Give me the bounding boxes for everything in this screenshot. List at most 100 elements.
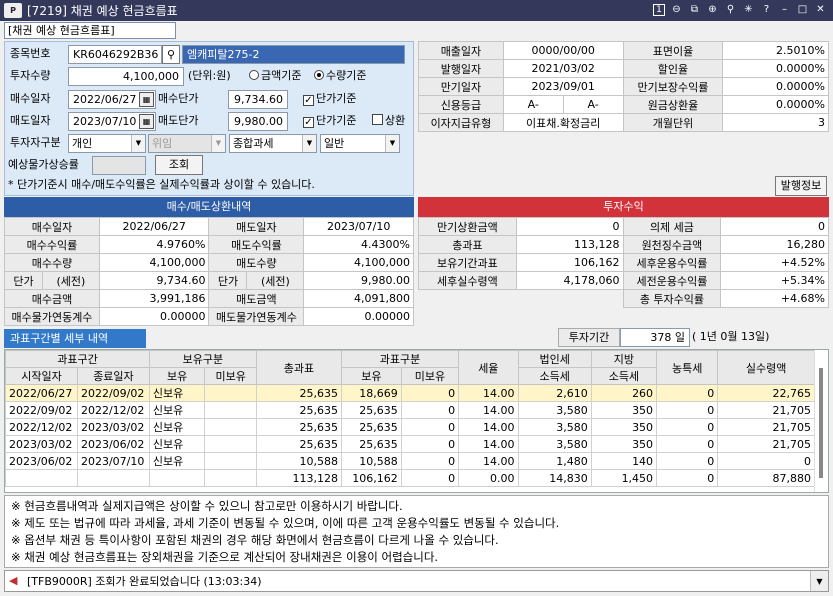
returns-label: 세후실수령액 bbox=[418, 271, 517, 290]
trade-label: 단가 bbox=[4, 271, 43, 290]
agent-select: 위임 ▼ bbox=[148, 134, 226, 153]
radio-qty-basis[interactable]: 수량기준 bbox=[314, 66, 366, 86]
settings-icon[interactable]: ✳ bbox=[742, 2, 755, 17]
table-cell: 신보유 bbox=[148, 452, 206, 470]
header-taxrate: 세율 bbox=[458, 350, 519, 385]
sell-date-label: 매도일자 bbox=[10, 114, 51, 127]
calendar-icon[interactable]: ▦ bbox=[139, 114, 154, 129]
radio-amount-basis[interactable]: 금액기준 bbox=[249, 66, 301, 86]
minimize-icon[interactable]: – bbox=[778, 2, 791, 17]
chevron-down-icon[interactable]: ▼ bbox=[810, 571, 828, 591]
checkbox-checked-icon[interactable]: ✓ bbox=[303, 95, 314, 106]
returns-value: +4.68% bbox=[720, 289, 829, 308]
bond-info-value: 0000/00/00 bbox=[502, 41, 624, 60]
table-cell: 0 bbox=[656, 435, 719, 453]
query-button[interactable]: 조회 bbox=[155, 155, 203, 175]
returns-empty-cell bbox=[516, 289, 623, 308]
chevron-down-icon[interactable]: ▼ bbox=[302, 135, 316, 152]
total-row[interactable]: 113,128 106,162 0 0.00 14,830 1,450 0 87,880 bbox=[5, 469, 815, 487]
note-line: ※ 옵션부 채권 등 특이사항이 포함된 채권의 경우 해당 화면에서 현금흐름… bbox=[11, 533, 499, 547]
calendar-icon[interactable]: ▦ bbox=[139, 92, 154, 107]
close-icon[interactable]: ✕ bbox=[814, 2, 827, 17]
help-icon[interactable]: ? bbox=[760, 2, 773, 17]
returns-value: 0 bbox=[720, 217, 829, 236]
table-cell: 0 bbox=[717, 452, 815, 470]
scroll-thumb[interactable] bbox=[819, 368, 823, 478]
table-row[interactable]: 2022/06/27 2022/09/02 신보유 25,635 18,669 0 14.0… bbox=[5, 384, 815, 402]
maximize-icon[interactable]: □ bbox=[796, 2, 809, 17]
table-cell: 25,635 bbox=[341, 418, 402, 436]
radio-amount-icon[interactable] bbox=[249, 70, 259, 80]
table-cell: 113,128 bbox=[255, 469, 343, 487]
table-cell: 2023/03/02 bbox=[76, 418, 150, 436]
window-mode-icon[interactable]: ⧉ bbox=[688, 2, 701, 17]
trade-value: 4,100,000 bbox=[98, 253, 210, 272]
bond-info-label: 개월단위 bbox=[622, 113, 724, 132]
trade-row: 매수일자 2022/06/27 매도일자 2023/07/10 bbox=[4, 217, 414, 236]
header-hold: 보유구분 bbox=[148, 350, 257, 368]
qty-input[interactable]: 4,100,000 bbox=[68, 67, 184, 86]
table-cell: 1,450 bbox=[590, 469, 658, 487]
code-label: 종목번호 bbox=[10, 47, 51, 60]
zoom-out-icon[interactable]: ⊖ bbox=[670, 2, 683, 17]
unit-basis2-checkbox[interactable]: ✓ 단가기준 bbox=[303, 111, 356, 131]
buy-price-input[interactable]: 9,734.60 bbox=[228, 90, 288, 109]
chevron-down-icon[interactable]: ▼ bbox=[385, 135, 399, 152]
table-row[interactable]: 2023/06/02 2023/07/10 신보유 10,588 10,588 0 14.0… bbox=[5, 452, 815, 470]
note-line: ※ 현금흐름내역과 실제지급액은 상이할 수 있으니 참고로만 이용하시기 바랍… bbox=[11, 499, 403, 513]
pin-icon[interactable]: ⚲ bbox=[724, 2, 737, 17]
table-cell: 350 bbox=[590, 418, 658, 436]
table-cell: 2022/09/02 bbox=[5, 401, 78, 419]
checkbox-checked-icon[interactable]: ✓ bbox=[303, 117, 314, 128]
returns-empty-cell bbox=[418, 289, 517, 308]
bond-info-value: 0.0000% bbox=[722, 59, 829, 78]
note-line: ※ 제도 또는 법규에 따라 과세율, 과세 기준이 변동될 수 있으며, 이에… bbox=[11, 516, 560, 530]
trade-table: 매수일자 2022/06/27 매도일자 2023/07/10 매수수익률 4.… bbox=[4, 217, 414, 326]
bond-info-value: 2021/03/02 bbox=[502, 59, 624, 78]
returns-value: +4.52% bbox=[720, 253, 829, 272]
returns-row: 보유기간과표 106,162 세후운용수익률 +4.52% bbox=[418, 253, 829, 272]
table-cell: 신보유 bbox=[148, 435, 206, 453]
period-days: 378 일 bbox=[620, 328, 690, 347]
table-cell: 10,588 bbox=[341, 452, 402, 470]
radio-qty-icon[interactable] bbox=[314, 70, 324, 80]
redeem-checkbox[interactable]: 상환 bbox=[372, 111, 405, 131]
table-cell: 0 bbox=[656, 469, 719, 487]
header-taxbase: 총과표 bbox=[255, 350, 343, 385]
table-row[interactable]: 2022/09/02 2022/12/02 신보유 25,635 25,635 0 14.0… bbox=[5, 401, 815, 419]
status-bar: ◀ [TFB9000R] 조회가 완료되었습니다 (13:03:34) ▼ bbox=[4, 570, 829, 592]
period-text: ( 1년 0월 13일) bbox=[692, 330, 770, 343]
window-title: [7219] 채권 예상 현금흐름표 bbox=[27, 4, 178, 18]
table-cell: 1,480 bbox=[517, 452, 592, 470]
grid-scrollbar[interactable] bbox=[814, 350, 828, 492]
checkbox-icon[interactable] bbox=[372, 114, 383, 125]
sell-price-input[interactable]: 9,980.00 bbox=[228, 112, 288, 131]
tax-select[interactable]: 종합과세 ▼ bbox=[229, 134, 317, 153]
investor-select[interactable]: 개인 ▼ bbox=[68, 134, 146, 153]
table-cell: 260 bbox=[590, 384, 658, 402]
returns-label: 총 투자수익률 bbox=[622, 289, 722, 308]
zoom-in-icon[interactable]: ⊕ bbox=[706, 2, 719, 17]
table-cell: 350 bbox=[590, 435, 658, 453]
code-input[interactable]: KR6046292B36 bbox=[68, 45, 162, 64]
header-not-own: 미보유 bbox=[204, 367, 257, 385]
returns-label: 원천징수금액 bbox=[622, 235, 722, 254]
page-number-box[interactable]: 1 bbox=[653, 3, 665, 16]
detail-tab[interactable]: 과표구간별 세부 내역 bbox=[4, 329, 146, 348]
bond-info-value: 이표채.확정금리 bbox=[502, 113, 624, 132]
bond-info-label: 할인율 bbox=[622, 59, 724, 78]
table-cell: 21,705 bbox=[717, 435, 815, 453]
table-row[interactable]: 2023/03/02 2023/06/02 신보유 25,635 25,635 0 14.0… bbox=[5, 435, 815, 453]
chevron-down-icon[interactable]: ▼ bbox=[131, 135, 145, 152]
bond-info-label: 발행일자 bbox=[418, 59, 504, 78]
unit-basis-checkbox[interactable]: ✓ 단가기준 bbox=[303, 89, 356, 109]
header-actual: 실수령액 bbox=[717, 350, 815, 385]
table-cell: 350 bbox=[590, 401, 658, 419]
trade-label: (세전) bbox=[41, 271, 100, 290]
search-icon[interactable]: ⚲ bbox=[162, 45, 180, 64]
issue-info-button[interactable]: 발행정보 bbox=[775, 176, 827, 196]
returns-row: 만기상환금액 0 의제 세금 0 bbox=[418, 217, 829, 236]
normal-select[interactable]: 일반 ▼ bbox=[320, 134, 400, 153]
period-label: 투자기간 bbox=[558, 328, 620, 347]
table-row[interactable]: 2022/12/02 2023/03/02 신보유 25,635 25,635 0 14.0… bbox=[5, 418, 815, 436]
